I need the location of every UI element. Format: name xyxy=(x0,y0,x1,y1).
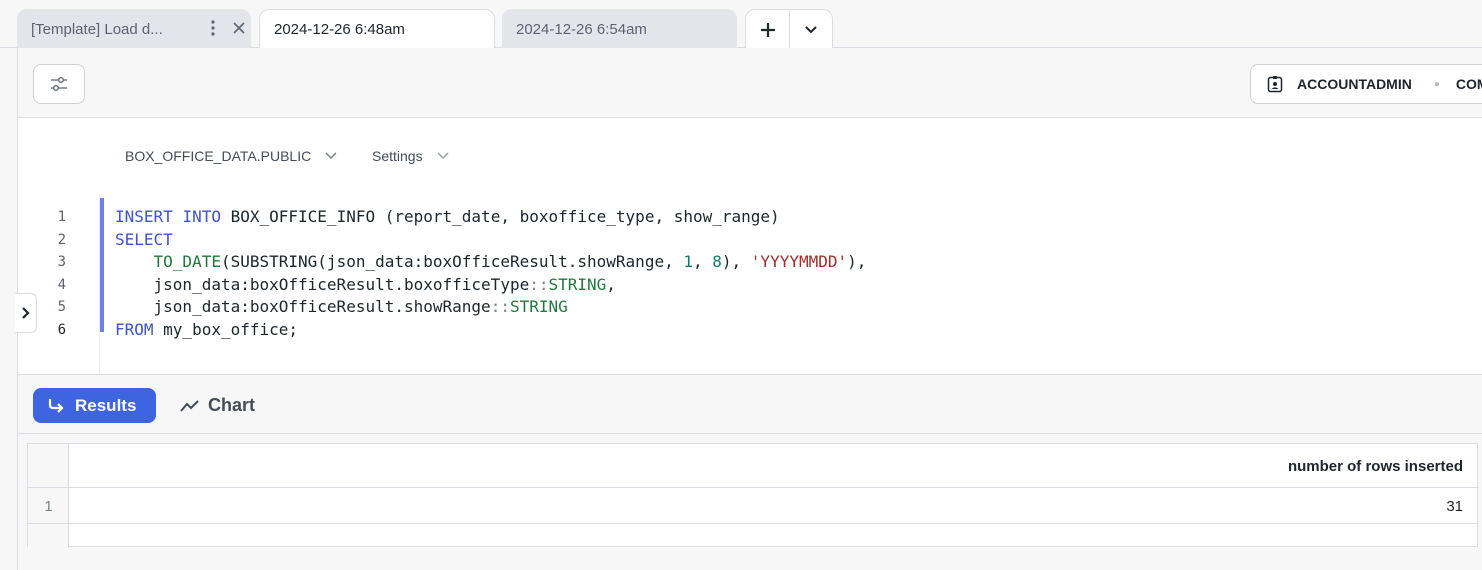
code-token: 1 xyxy=(683,252,693,271)
results-tab-button[interactable]: Results xyxy=(33,388,156,423)
code-token: 8 xyxy=(712,252,722,271)
code-token: TO_DATE xyxy=(153,252,221,271)
line-number: 2 xyxy=(57,231,66,248)
settings-dropdown[interactable]: Settings xyxy=(372,148,449,164)
close-tab-icon[interactable] xyxy=(229,19,249,39)
code-line[interactable]: SELECT xyxy=(115,230,173,249)
active-statement-indicator xyxy=(100,198,104,332)
code-token: SELECT xyxy=(115,229,173,249)
role-label: ACCOUNTADMIN xyxy=(1297,76,1412,92)
row-number: 1 xyxy=(44,498,53,515)
chart-label: Chart xyxy=(208,395,256,415)
code-token: STRING xyxy=(548,274,607,294)
code-token: my_box_office; xyxy=(153,319,299,339)
code-line[interactable]: FROM my_box_office; xyxy=(115,320,298,339)
code-line[interactable]: TO_DATE(SUBSTRING(json_data:boxOfficeRes… xyxy=(115,252,867,271)
filter-button[interactable] xyxy=(33,64,85,104)
results-label: Results xyxy=(75,395,137,415)
return-arrow-icon xyxy=(48,398,64,413)
code-token: BOX_OFFICE_INFO (report_date, boxoffice_… xyxy=(220,207,780,226)
results-toolbar: Results Chart xyxy=(18,374,1482,434)
code-token: STRING xyxy=(509,297,568,316)
badge-icon xyxy=(1267,76,1283,93)
code-token: INSERT xyxy=(115,207,173,226)
new-tab-button[interactable] xyxy=(746,10,789,49)
context-bar: BOX_OFFICE_DATA.PUBLIC Settings xyxy=(18,118,1482,194)
tab-actions xyxy=(745,9,833,49)
code-token: 'YYYYMMDD' xyxy=(750,252,848,271)
tab-worksheet-654[interactable]: 2024-12-26 6:54am xyxy=(502,9,737,49)
warehouse-label: COM xyxy=(1455,76,1482,92)
settings-label: Settings xyxy=(372,148,423,164)
chevron-down-icon xyxy=(325,152,337,160)
line-chart-icon xyxy=(180,399,199,412)
grid-header: number of rows inserted xyxy=(28,444,1479,488)
line-number: 3 xyxy=(57,254,66,270)
sliders-icon xyxy=(51,77,67,91)
code-token: :: xyxy=(529,274,549,294)
chart-tab-button[interactable]: Chart xyxy=(180,388,255,423)
code-token: json_data:boxOfficeResult.showRange xyxy=(115,297,491,316)
table-row[interactable]: 1 31 xyxy=(28,488,1479,524)
code-token: , xyxy=(606,274,616,294)
database-selector[interactable]: BOX_OFFICE_DATA.PUBLIC xyxy=(125,148,337,164)
tab-label: 2024-12-26 6:54am xyxy=(516,20,647,38)
code-token: (SUBSTRING(json_data:boxOfficeResult.sho… xyxy=(220,252,684,271)
table-cell[interactable]: 31 xyxy=(1446,498,1463,515)
code-line[interactable]: json_data:boxOfficeResult.showRange::STR… xyxy=(115,297,568,316)
chevron-right-icon xyxy=(21,307,30,319)
tab-label: [Template] Load d... xyxy=(31,20,163,38)
database-label: BOX_OFFICE_DATA.PUBLIC xyxy=(125,148,312,164)
code-token: json_data:boxOfficeResult.boxofficeType xyxy=(115,274,530,294)
code-token: ), xyxy=(721,252,751,271)
code-line[interactable]: json_data:boxOfficeResult.boxofficeType:… xyxy=(115,275,616,294)
role-warehouse-selector[interactable]: ACCOUNTADMIN ● COM xyxy=(1250,64,1482,104)
line-number: 1 xyxy=(57,209,66,225)
line-number-gutter: 123456 xyxy=(18,194,100,374)
code-token: , xyxy=(692,252,713,271)
line-number: 4 xyxy=(57,276,66,293)
code-token: ), xyxy=(847,252,867,271)
tab-menu-button[interactable] xyxy=(789,10,832,49)
results-area: number of rows inserted 1 31 xyxy=(18,434,1482,570)
column-header[interactable]: number of rows inserted xyxy=(1288,458,1463,475)
tab-worksheet-648[interactable]: 2024-12-26 6:48am xyxy=(259,9,495,49)
chevron-down-icon xyxy=(437,152,449,160)
sql-editor[interactable]: 123456 INSERT INTO BOX_OFFICE_INFO (repo… xyxy=(18,194,1482,374)
worksheet-toolbar: ACCOUNTADMIN ● COM xyxy=(18,48,1482,118)
code-token: INTO xyxy=(182,207,221,226)
code-token: :: xyxy=(490,297,510,316)
tab-label: 2024-12-26 6:48am xyxy=(274,21,405,38)
code-line[interactable]: INSERT INTO BOX_OFFICE_INFO (report_date… xyxy=(115,207,780,226)
more-options-icon[interactable] xyxy=(205,20,221,38)
results-grid: number of rows inserted 1 31 xyxy=(27,443,1479,548)
separator-dot: ● xyxy=(1433,78,1440,90)
plus-icon xyxy=(760,22,775,37)
tab-template-load[interactable]: [Template] Load d... xyxy=(17,9,251,49)
tab-bar: [Template] Load d... 2024-12-26 6:48am 2… xyxy=(0,0,1482,49)
code-token: FROM xyxy=(115,319,154,339)
worksheet-pane: ACCOUNTADMIN ● COM BOX_OFFICE_DATA.PUBLI… xyxy=(17,48,1482,570)
chevron-down-icon xyxy=(805,25,817,33)
expand-sidebar-button[interactable] xyxy=(15,293,37,333)
